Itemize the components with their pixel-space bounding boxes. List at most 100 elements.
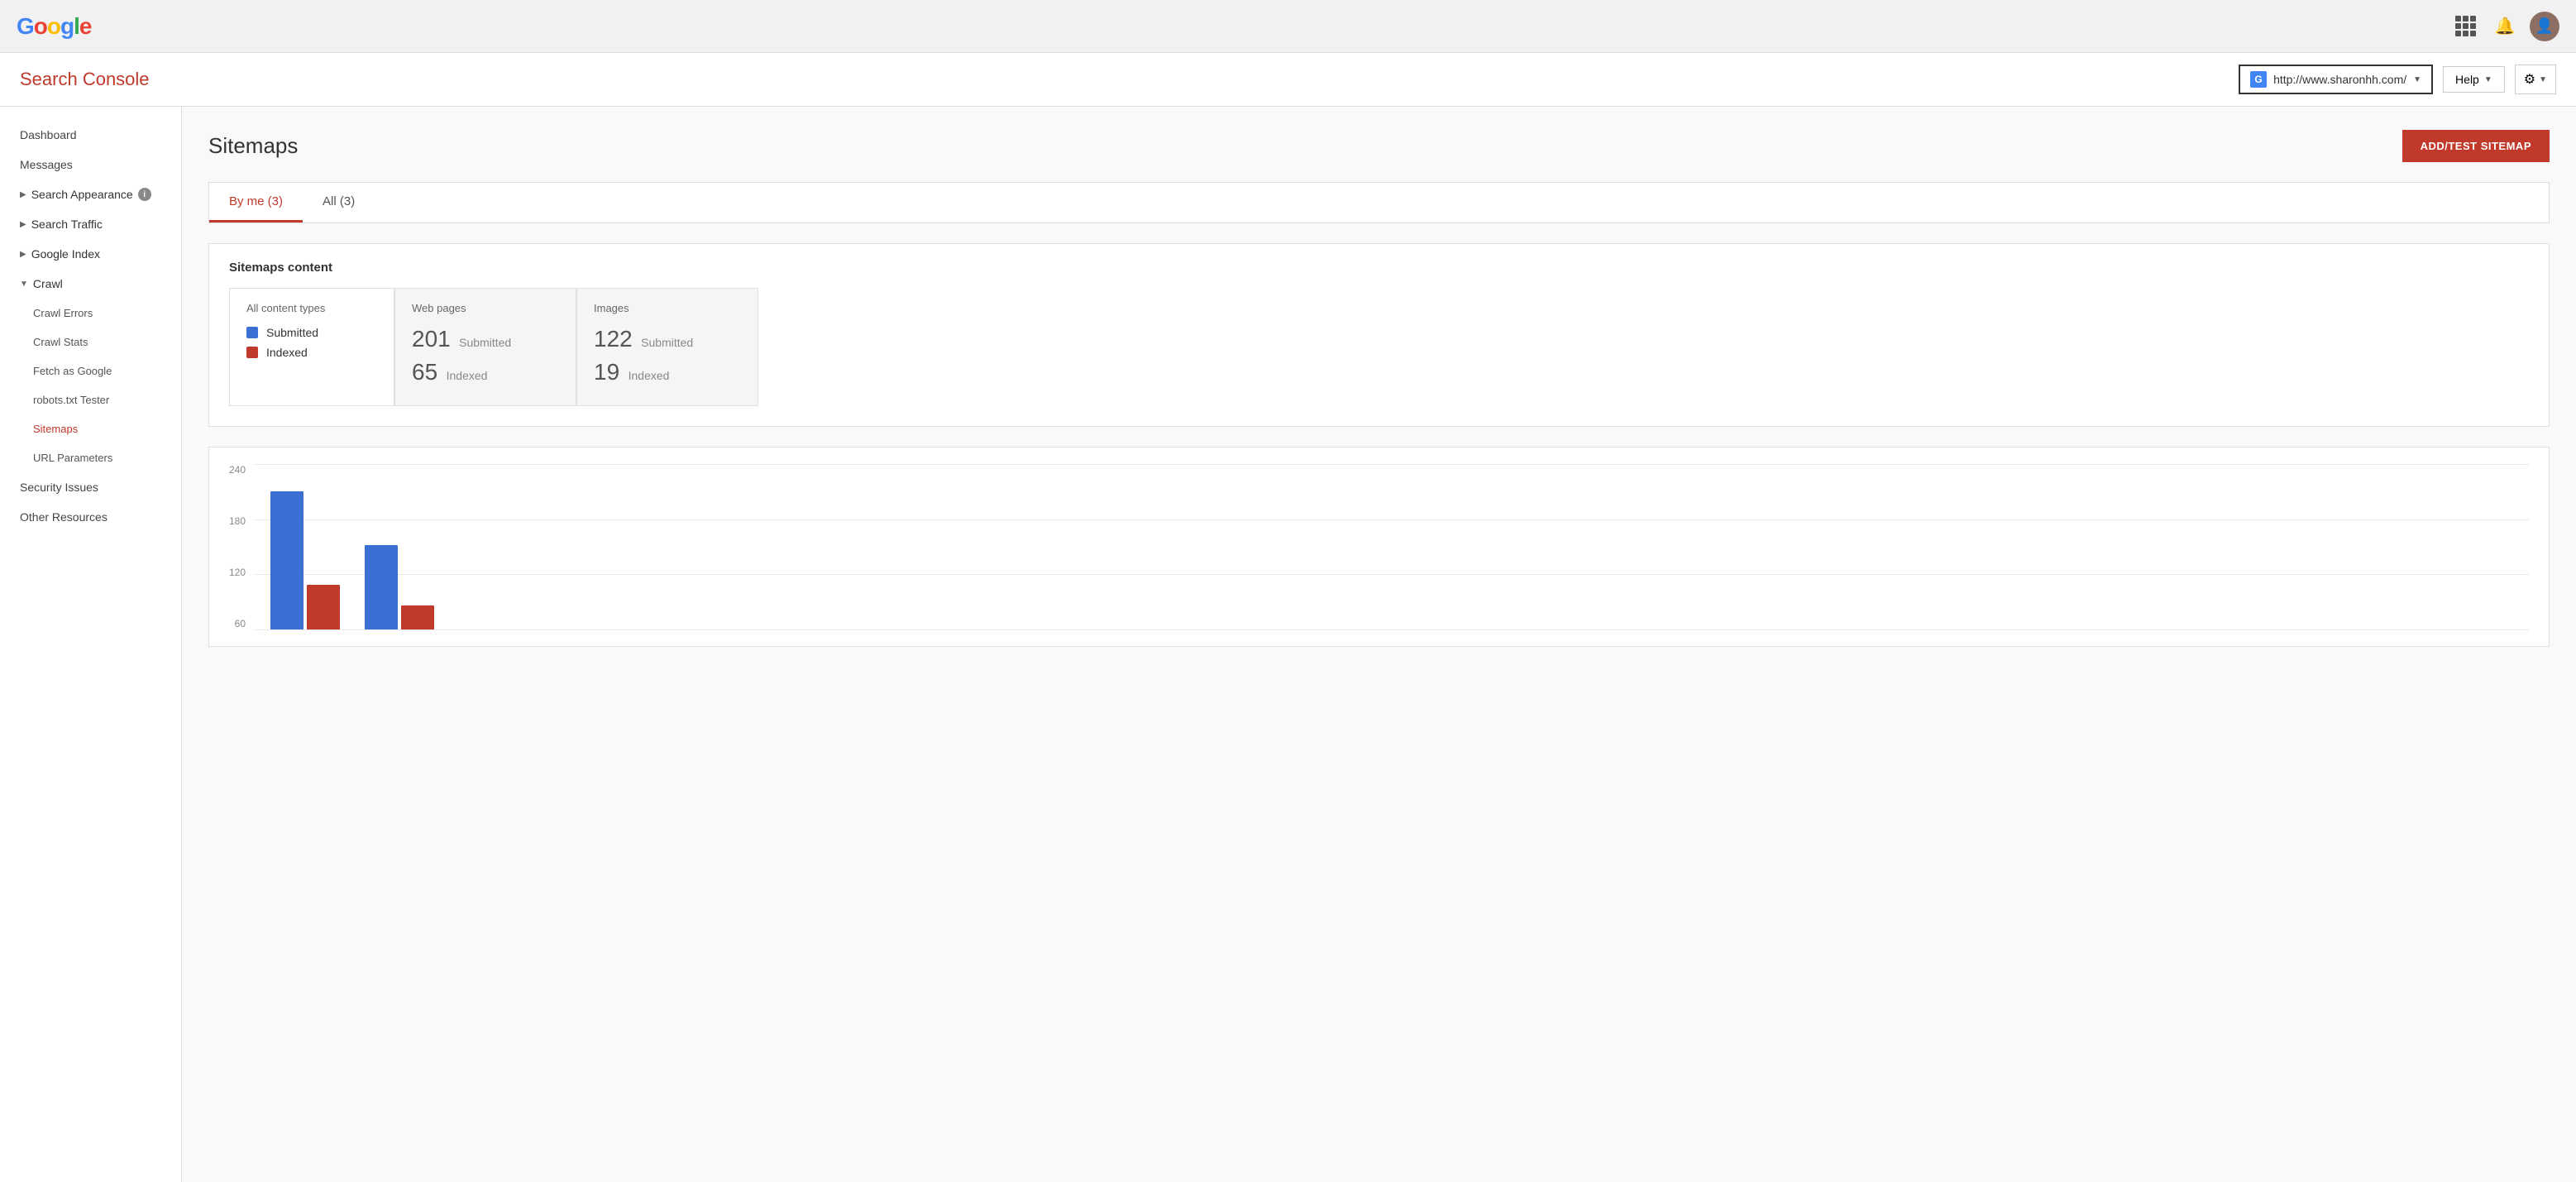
- card-web-pages: Web pages 201 Submitted 65 Indexed: [394, 288, 576, 406]
- bar-pair-2: [365, 545, 434, 629]
- bar-pair-1: [270, 491, 340, 629]
- web-pages-submitted-number: 201: [412, 326, 451, 352]
- legend-submitted: Submitted: [246, 326, 377, 339]
- sidebar-item-other-resources[interactable]: Other Resources: [0, 502, 181, 532]
- google-logo: Google: [17, 13, 91, 40]
- sidebar-item-crawl[interactable]: ▼ Crawl: [0, 269, 181, 299]
- web-pages-indexed-label: Indexed: [447, 369, 488, 382]
- content-area: Sitemaps ADD/TEST SITEMAP By me (3) All …: [182, 107, 2576, 1182]
- images-submitted-row: 122 Submitted: [594, 326, 741, 352]
- sidebar-item-crawl-stats[interactable]: Crawl Stats: [0, 328, 181, 357]
- web-pages-indexed-number: 65: [412, 359, 437, 385]
- sidebar-item-search-traffic[interactable]: ▶ Search Traffic: [0, 209, 181, 239]
- indexed-dot: [246, 347, 258, 358]
- sidebar-item-search-appearance[interactable]: ▶ Search Appearance i: [0, 179, 181, 209]
- chart-area: 240 180 120 60: [208, 447, 2550, 647]
- sitemaps-label: Sitemaps: [33, 423, 78, 435]
- images-indexed-label: Indexed: [628, 369, 670, 382]
- crawl-stats-label: Crawl Stats: [33, 336, 88, 348]
- submitted-legend-label: Submitted: [266, 326, 318, 339]
- top-bar: Google 🔔 👤: [0, 0, 2576, 53]
- notifications-button[interactable]: 🔔: [2490, 12, 2520, 41]
- sitemaps-content-title: Sitemaps content: [229, 261, 2529, 275]
- triangle-icon: ▶: [20, 220, 26, 229]
- info-icon: i: [138, 188, 151, 201]
- help-button[interactable]: Help ▼: [2443, 66, 2505, 93]
- robots-txt-label: robots.txt Tester: [33, 394, 109, 406]
- site-selector[interactable]: G http://www.sharonhh.com/ ▼: [2239, 65, 2433, 94]
- sitemaps-content-section: Sitemaps content All content types Submi…: [208, 243, 2550, 427]
- site-url: http://www.sharonhh.com/: [2273, 73, 2406, 86]
- sidebar-item-sitemaps[interactable]: Sitemaps: [0, 414, 181, 443]
- indexed-legend-label: Indexed: [266, 346, 308, 359]
- bar-indexed-2: [401, 605, 434, 629]
- security-issues-label: Security Issues: [20, 481, 98, 494]
- chart-body: [254, 464, 2529, 629]
- sidebar-item-url-parameters[interactable]: URL Parameters: [0, 443, 181, 472]
- settings-dropdown-arrow: ▼: [2539, 75, 2547, 84]
- card-title-images: Images: [594, 302, 741, 314]
- images-submitted-label: Submitted: [641, 336, 693, 349]
- web-pages-submitted-label: Submitted: [459, 336, 511, 349]
- tab-all[interactable]: All (3): [303, 183, 375, 223]
- help-dropdown-arrow: ▼: [2484, 75, 2492, 84]
- sub-header-right: G http://www.sharonhh.com/ ▼ Help ▼ ⚙ ▼: [2239, 65, 2556, 94]
- sidebar-item-security-issues[interactable]: Security Issues: [0, 472, 181, 502]
- card-all-content-types: All content types Submitted Indexed: [229, 288, 394, 406]
- search-traffic-label: Search Traffic: [31, 218, 103, 231]
- card-title-all: All content types: [246, 302, 377, 314]
- images-submitted-number: 122: [594, 326, 633, 352]
- web-pages-indexed-row: 65 Indexed: [412, 359, 559, 385]
- y-label-240: 240: [229, 464, 246, 476]
- sidebar-item-crawl-errors[interactable]: Crawl Errors: [0, 299, 181, 328]
- expand-triangle-icon: ▼: [20, 280, 28, 289]
- page-title: Sitemaps: [208, 133, 298, 159]
- help-label: Help: [2455, 73, 2479, 86]
- bar-indexed-1: [307, 585, 340, 629]
- bar-submitted-1: [270, 491, 303, 629]
- legend-indexed: Indexed: [246, 346, 377, 359]
- tab-by-me[interactable]: By me (3): [209, 183, 303, 223]
- main-layout: Dashboard Messages ▶ Search Appearance i…: [0, 107, 2576, 1182]
- messages-label: Messages: [20, 158, 73, 171]
- sidebar-item-dashboard[interactable]: Dashboard: [0, 120, 181, 150]
- settings-button[interactable]: ⚙ ▼: [2515, 65, 2556, 94]
- images-indexed-row: 19 Indexed: [594, 359, 741, 385]
- add-test-sitemap-button[interactable]: ADD/TEST SITEMAP: [2402, 130, 2550, 162]
- images-indexed-number: 19: [594, 359, 619, 385]
- web-pages-submitted-row: 201 Submitted: [412, 326, 559, 352]
- sub-header: Search Console G http://www.sharonhh.com…: [0, 53, 2576, 107]
- crawl-errors-label: Crawl Errors: [33, 307, 93, 319]
- search-console-title: Search Console: [20, 69, 150, 90]
- google-index-label: Google Index: [31, 247, 100, 261]
- url-parameters-label: URL Parameters: [33, 452, 112, 464]
- triangle-icon: ▶: [20, 190, 26, 199]
- y-axis: 240 180 120 60: [229, 464, 254, 629]
- site-g-icon: G: [2250, 71, 2267, 88]
- sidebar-item-fetch-as-google[interactable]: Fetch as Google: [0, 357, 181, 385]
- card-title-web-pages: Web pages: [412, 302, 559, 314]
- submitted-dot: [246, 327, 258, 338]
- sidebar-item-messages[interactable]: Messages: [0, 150, 181, 179]
- y-label-120: 120: [229, 567, 246, 578]
- sidebar: Dashboard Messages ▶ Search Appearance i…: [0, 107, 182, 1182]
- y-label-180: 180: [229, 515, 246, 527]
- y-label-60: 60: [235, 618, 246, 629]
- sidebar-item-robots-txt[interactable]: robots.txt Tester: [0, 385, 181, 414]
- bell-icon: 🔔: [2495, 16, 2516, 36]
- content-cards: All content types Submitted Indexed Web …: [229, 288, 2529, 406]
- bars-group: [254, 464, 2529, 629]
- dashboard-label: Dashboard: [20, 128, 77, 141]
- avatar[interactable]: 👤: [2530, 12, 2559, 41]
- tabs: By me (3) All (3): [208, 182, 2550, 223]
- crawl-label: Crawl: [33, 277, 63, 290]
- sidebar-item-google-index[interactable]: ▶ Google Index: [0, 239, 181, 269]
- grid-menu-button[interactable]: [2450, 12, 2480, 41]
- fetch-as-google-label: Fetch as Google: [33, 365, 112, 377]
- grid-icon: [2455, 16, 2476, 36]
- other-resources-label: Other Resources: [20, 510, 108, 524]
- card-images: Images 122 Submitted 19 Indexed: [576, 288, 758, 406]
- grid-line-bottom: [254, 629, 2529, 630]
- search-appearance-label: Search Appearance: [31, 188, 133, 201]
- triangle-icon: ▶: [20, 250, 26, 259]
